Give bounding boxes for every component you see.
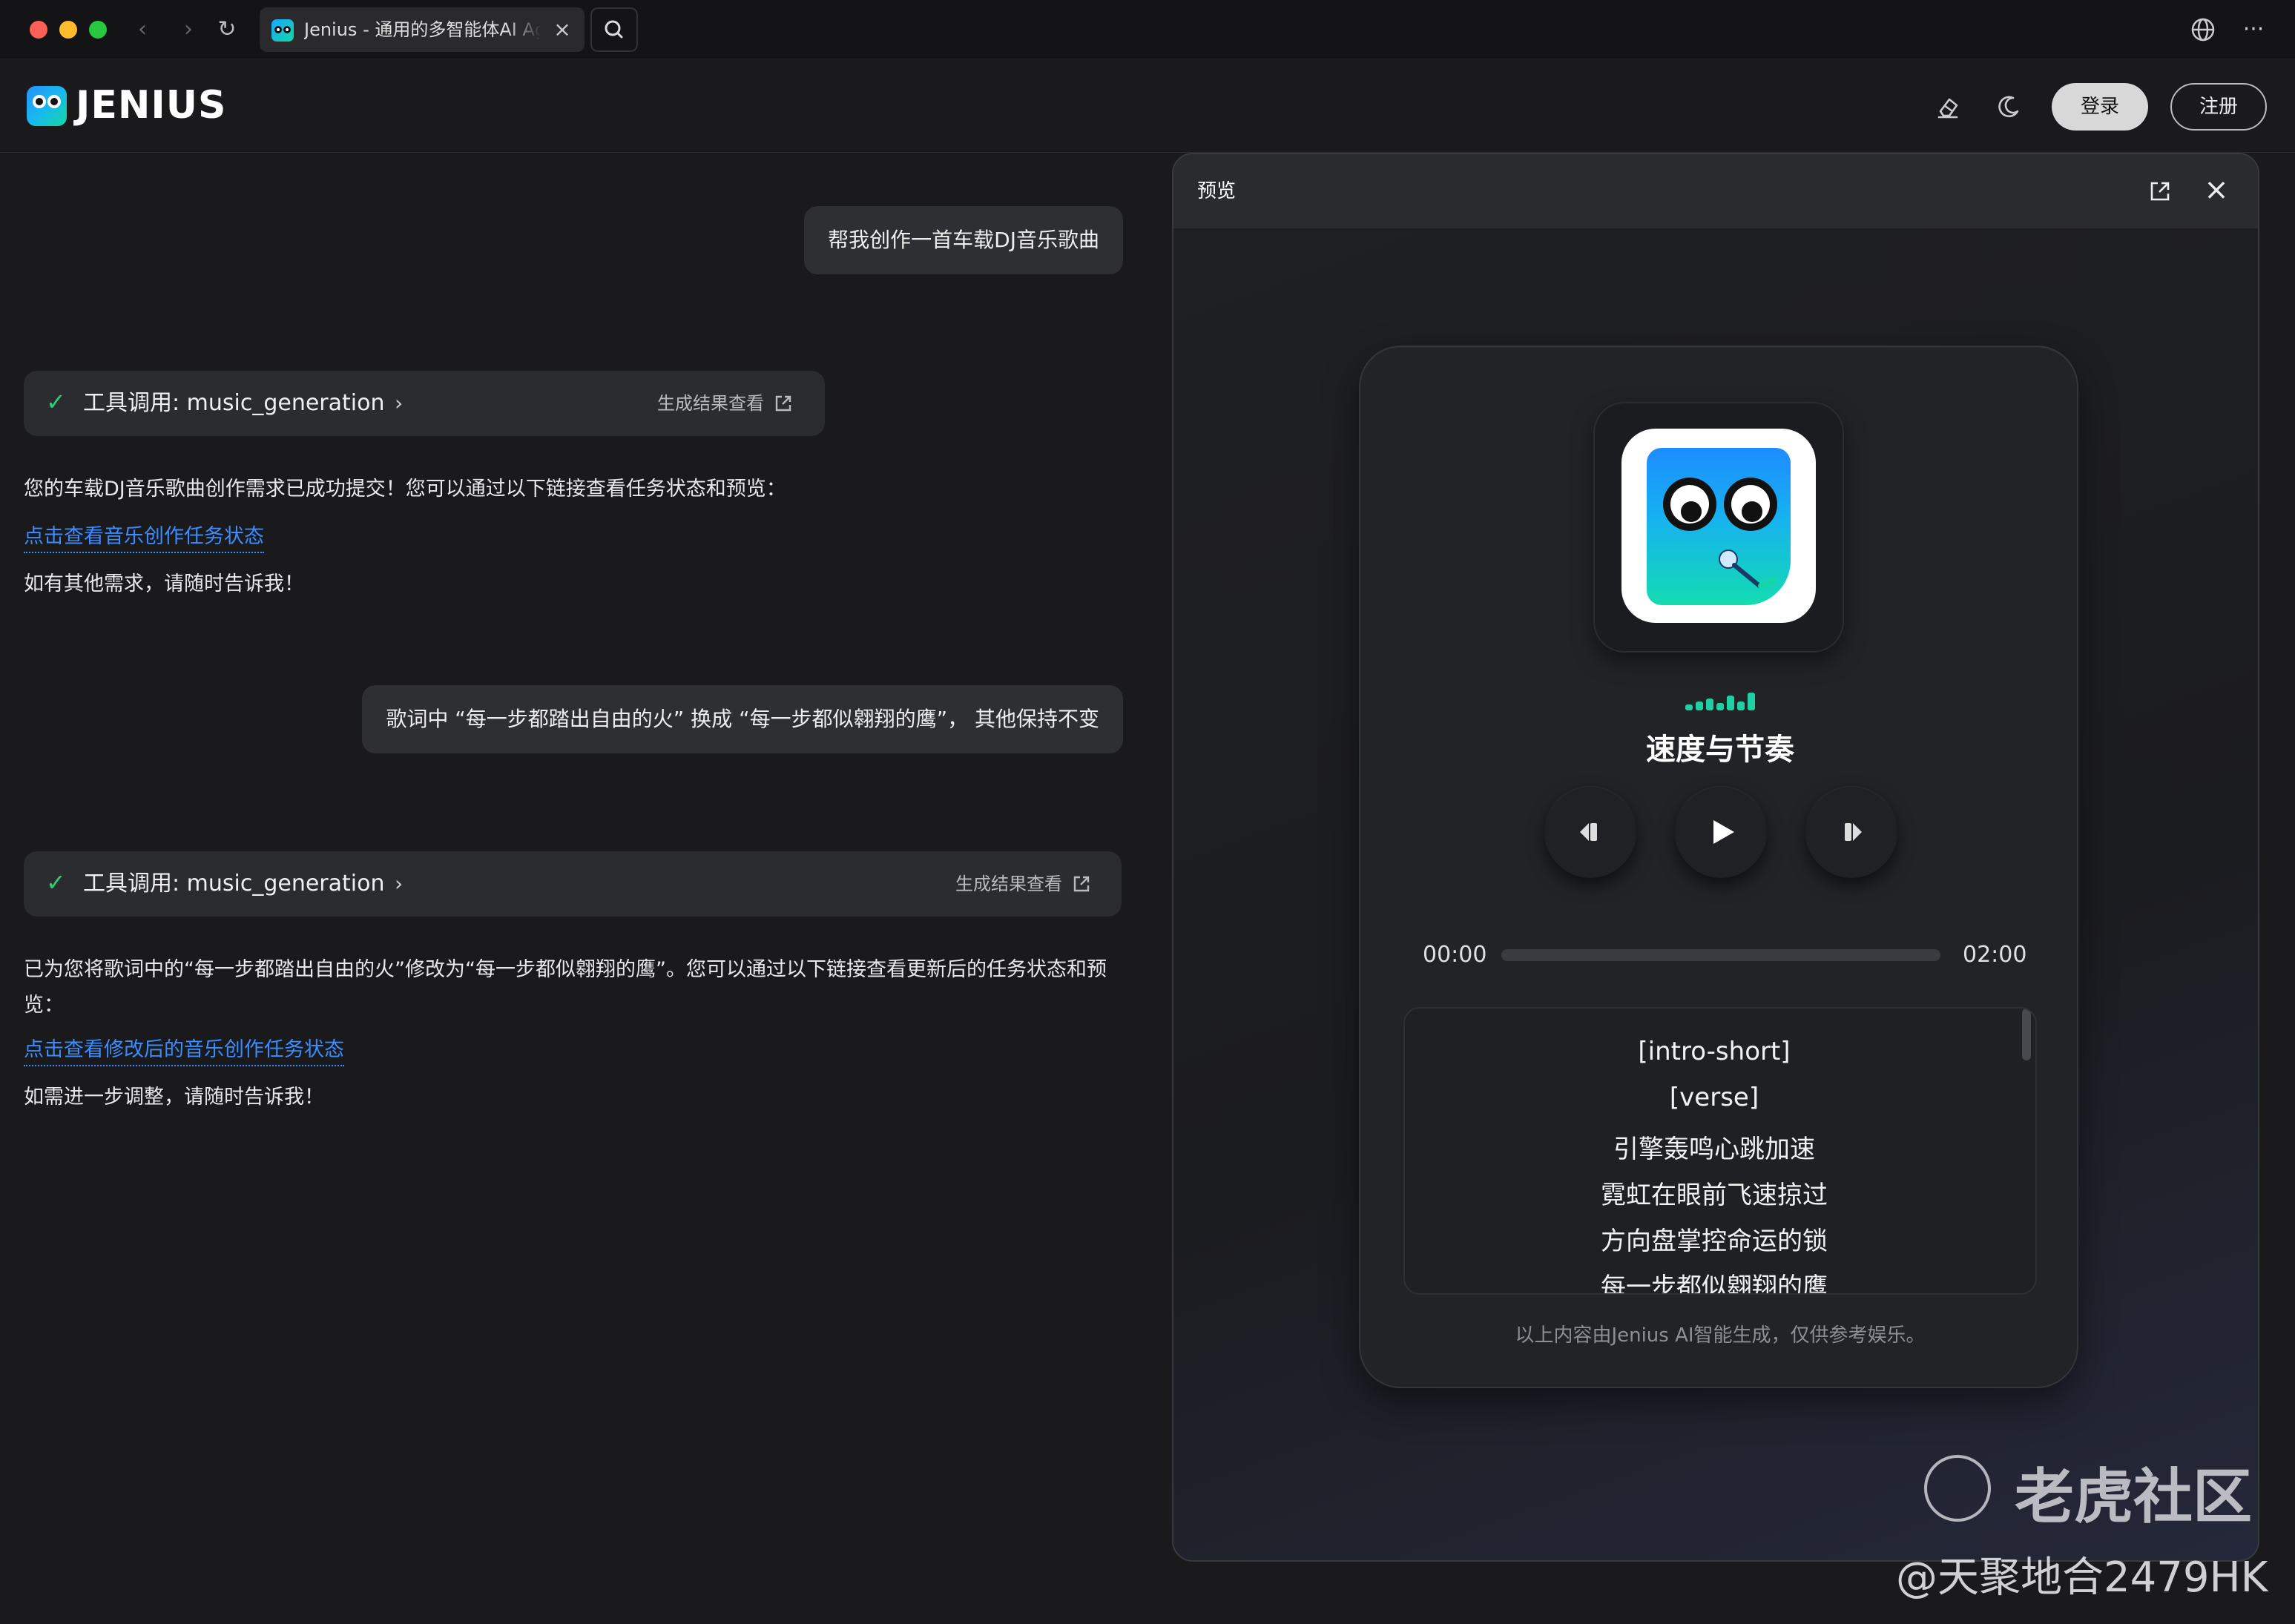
album-cover (1621, 429, 1816, 623)
close-preview-icon[interactable]: × (2200, 174, 2233, 206)
microphone-icon (1719, 549, 1777, 589)
eraser-icon (1937, 98, 1958, 119)
rewind-icon (1580, 823, 1597, 841)
lyric-line: 引擎轰鸣心跳加速 (1613, 1135, 1815, 1164)
view-result-link[interactable]: 生成结果查看 (955, 851, 1062, 917)
lyric-line: 方向盘掌控命运的锁 (1601, 1227, 1828, 1256)
view-result-link[interactable]: 生成结果查看 (657, 371, 764, 436)
dark-mode-toggle[interactable] (1991, 89, 2026, 125)
tab-title: Jenius - 通用的多智能体AI Agent (304, 19, 541, 40)
register-button[interactable]: 注册 (2170, 83, 2267, 131)
tab-search-button[interactable] (590, 7, 638, 52)
clear-button[interactable] (1930, 89, 1966, 125)
chevron-right-icon[interactable]: › (395, 851, 403, 917)
total-time: 02:00 (1963, 942, 2027, 968)
play-icon (1713, 820, 1734, 844)
preview-title: 预览 (1197, 180, 1237, 202)
reload-button[interactable]: ↻ (211, 13, 243, 46)
task-status-link[interactable]: 点击查看音乐创作任务状态 (24, 522, 264, 553)
preview-panel: 预览 × 速度与节奏 00:00 02:00 [intro-short] [ve… (1172, 153, 2259, 1562)
owl-logo-icon (1647, 448, 1791, 605)
watermark-handle: @天聚地合2479HK (1896, 1554, 2268, 1602)
chat-thread: 帮我创作一首车载DJ音乐歌曲 ✓ 工具调用: music_generation … (0, 153, 1157, 1624)
lyrics-panel[interactable]: [intro-short] [verse] 引擎轰鸣心跳加速 霓虹在眼前飞速掠过… (1403, 1007, 2037, 1295)
browser-menu-button[interactable]: ··· (2237, 13, 2270, 46)
back-button[interactable]: ‹ (126, 13, 159, 46)
app-header: JENIUS 登录 注册 (0, 59, 2295, 153)
close-window-button[interactable] (30, 21, 47, 39)
tiger-watermark-icon (1924, 1455, 1991, 1522)
language-globe-button[interactable] (2187, 13, 2219, 46)
equalizer-icon (1685, 691, 1756, 710)
brand-name[interactable]: JENIUS (76, 83, 226, 128)
check-icon: ✓ (46, 868, 66, 897)
lyric-line: 每一步都似翱翔的鹰 (1601, 1273, 1828, 1295)
lyric-line: 霓虹在眼前飞速掠过 (1601, 1181, 1828, 1210)
search-icon (605, 20, 623, 39)
next-track-button[interactable] (1805, 786, 1897, 878)
progress-bar[interactable] (1501, 949, 1940, 961)
browser-chrome: ‹ › ↻ Jenius - 通用的多智能体AI Agent × ··· (0, 0, 2295, 59)
check-icon: ✓ (46, 388, 66, 416)
jenius-favicon-icon (271, 19, 294, 42)
assistant-message: 已为您将歌词中的“每一步都踏出自由的火”修改为“每一步都似翱翔的鹰”。您可以通过… (24, 958, 1107, 1017)
lyric-line: [intro-short] (1638, 1037, 1791, 1066)
watermark-site: 老虎社区 (2015, 1462, 2252, 1531)
maximize-window-button[interactable] (89, 21, 107, 39)
user-message: 帮我创作一首车载DJ音乐歌曲 (804, 206, 1123, 274)
updated-task-status-link[interactable]: 点击查看修改后的音乐创作任务状态 (24, 1035, 344, 1066)
music-player-card: 速度与节奏 00:00 02:00 [intro-short] [verse] … (1359, 346, 2078, 1388)
lyric-line: [verse] (1669, 1083, 1759, 1112)
play-button[interactable] (1675, 786, 1767, 878)
tool-call-label: 工具调用: music_generation (83, 390, 385, 416)
external-link-icon[interactable] (1071, 874, 1092, 894)
current-time: 00:00 (1423, 942, 1487, 968)
tool-call-card[interactable]: ✓ 工具调用: music_generation › 生成结果查看 (24, 851, 1122, 917)
globe-icon (2191, 18, 2215, 42)
preview-header: 预览 × (1173, 154, 2258, 228)
minimize-window-button[interactable] (59, 21, 77, 39)
tab-close-icon[interactable]: × (550, 18, 574, 42)
login-button[interactable]: 登录 (2052, 83, 2148, 131)
tool-call-label: 工具调用: music_generation (83, 871, 385, 897)
moon-icon (1998, 96, 2019, 118)
chevron-right-icon[interactable]: › (395, 371, 403, 436)
jenius-logo-icon[interactable] (27, 86, 67, 126)
assistant-message-footer: 如需进一步调整，请随时告诉我！ (24, 1086, 324, 1109)
open-external-icon[interactable] (2147, 178, 2173, 205)
ai-disclaimer: 以上内容由Jenius AI智能生成，仅供参考娱乐。 (1515, 1324, 1926, 1347)
fast-forward-icon (1845, 823, 1862, 841)
assistant-message-footer: 如有其他需求，请随时告诉我！ (24, 572, 304, 595)
previous-track-button[interactable] (1544, 786, 1636, 878)
forward-button[interactable]: › (172, 13, 205, 46)
external-link-icon[interactable] (773, 393, 794, 414)
tool-call-card[interactable]: ✓ 工具调用: music_generation › 生成结果查看 (24, 371, 825, 436)
user-message: 歌词中 “每一步都踏出自由的火” 换成 “每一步都似翱翔的鹰”， 其他保持不变 (362, 685, 1123, 753)
album-cover-frame (1595, 403, 1843, 651)
song-title: 速度与节奏 (1646, 733, 1794, 767)
browser-tab[interactable]: Jenius - 通用的多智能体AI Agent × (260, 7, 585, 52)
assistant-message: 您的车载DJ音乐歌曲创作需求已成功提交！您可以通过以下链接查看任务状态和预览： (24, 478, 786, 501)
